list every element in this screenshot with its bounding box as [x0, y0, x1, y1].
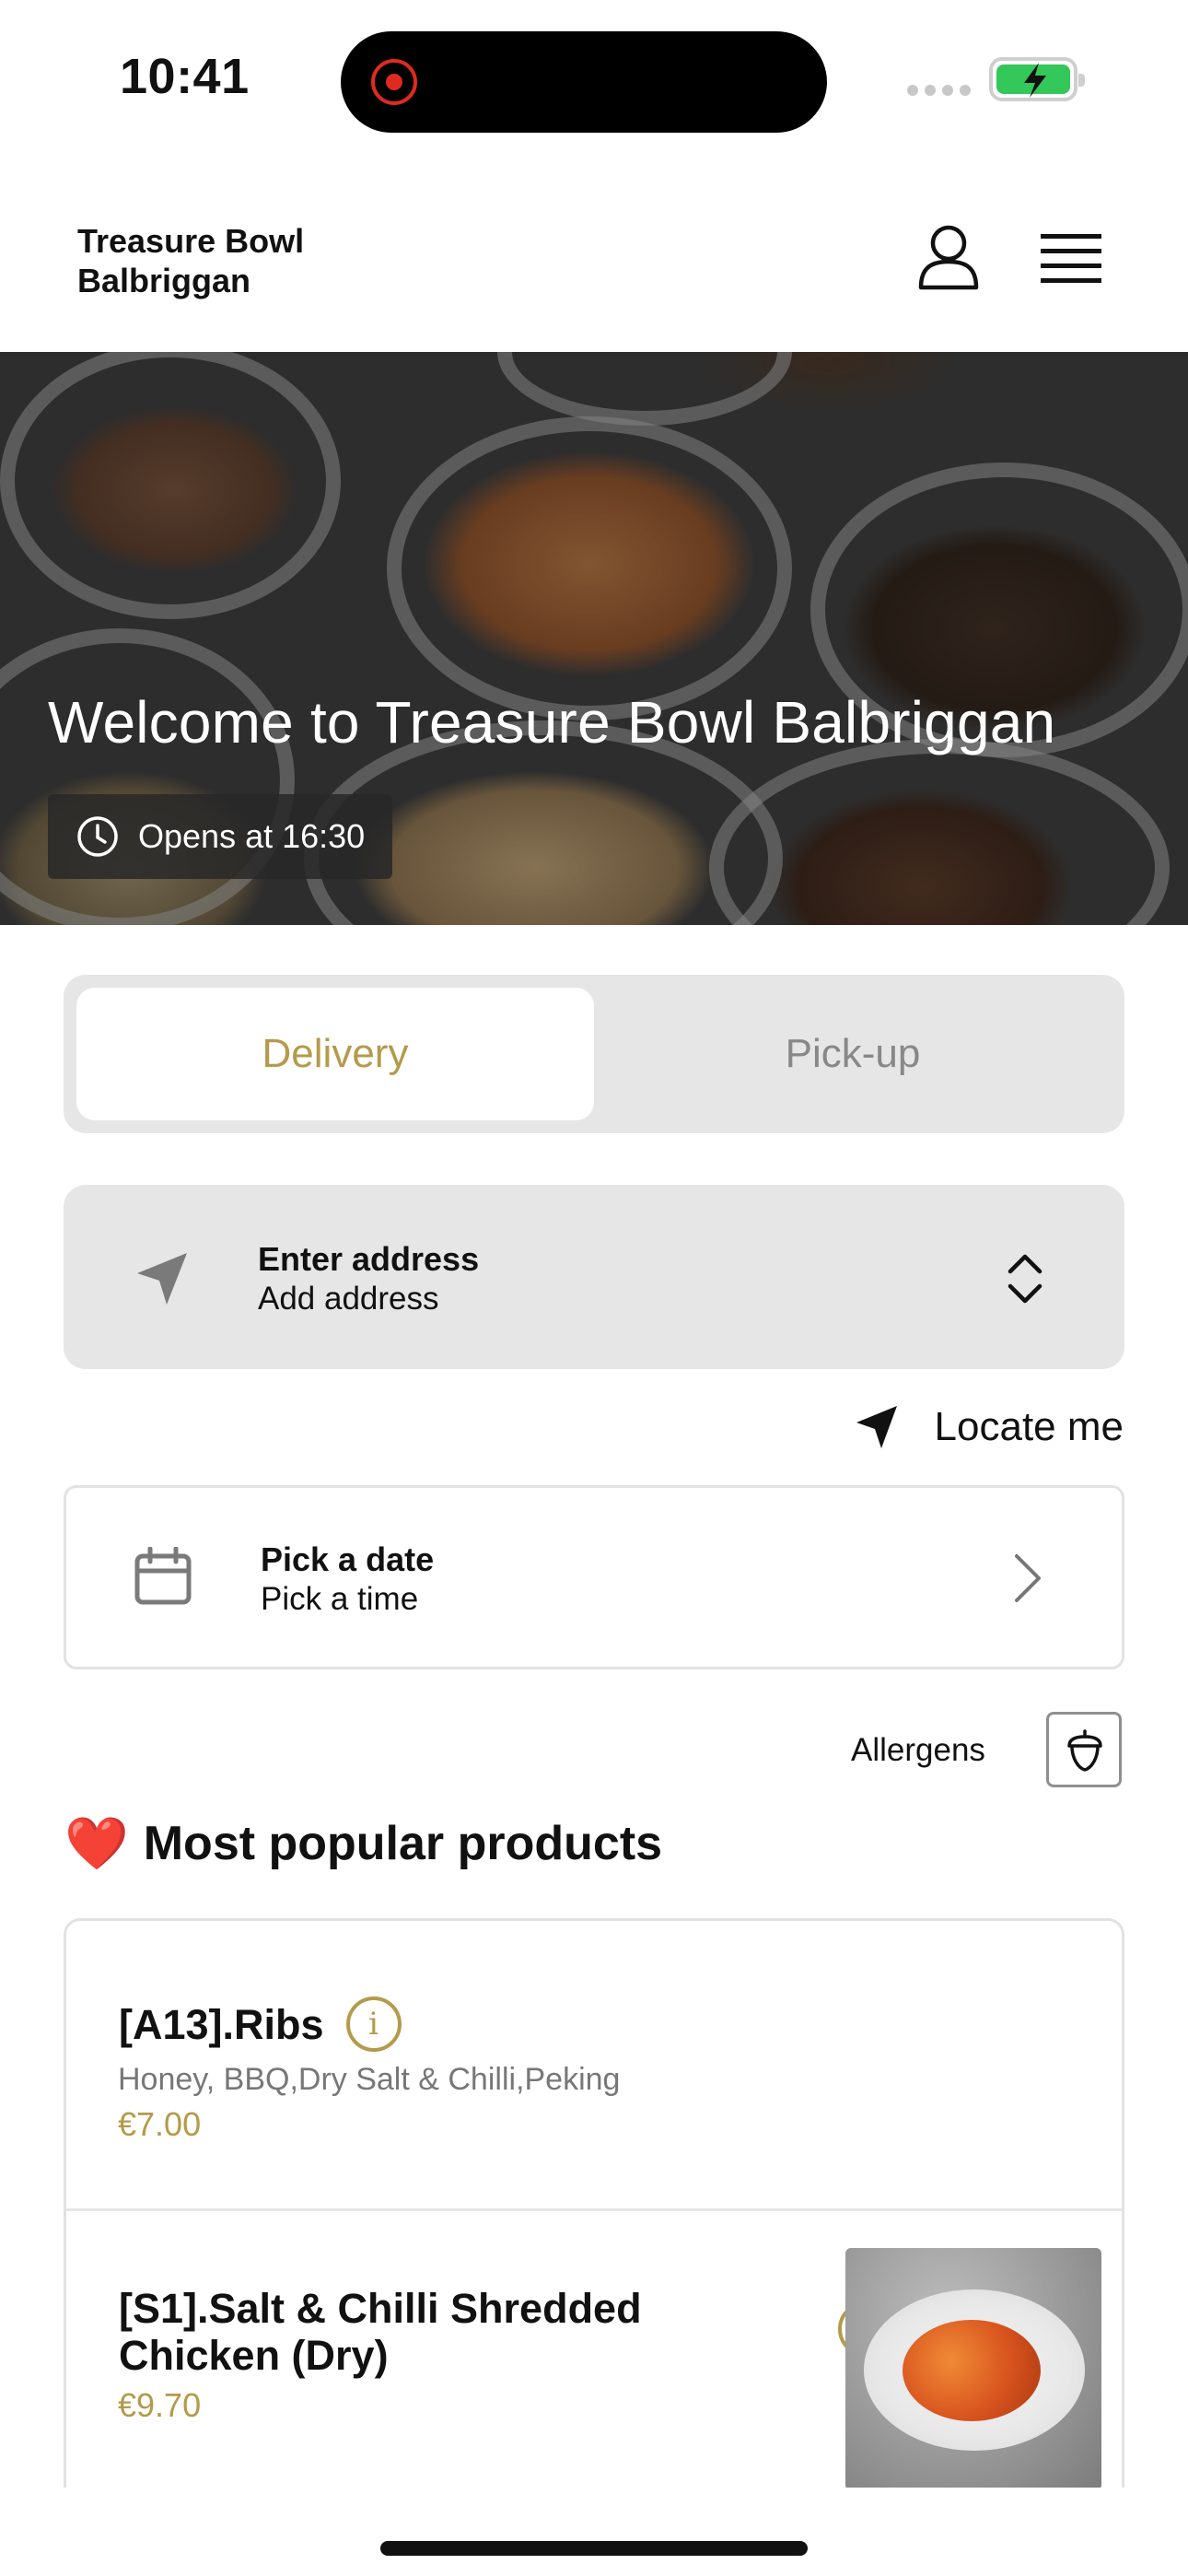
hamburger-menu-button[interactable] [1039, 228, 1105, 287]
product-price: €9.70 [118, 2386, 202, 2424]
battery-icon [989, 57, 1085, 101]
tab-pickup[interactable]: Pick-up [594, 988, 1112, 1120]
product-name: [S1].Salt & Chilli Shredded Chicken (Dry… [119, 2285, 642, 2379]
hamburger-icon [1041, 234, 1101, 283]
chevron-right-icon [1015, 1554, 1041, 1602]
status-bar: 10:41 [0, 0, 1188, 157]
popular-title-text: Most popular products [143, 1817, 663, 1870]
allergens-label: Allergens [851, 1732, 985, 1768]
locate-me-label: Locate me [934, 1404, 1124, 1449]
recording-icon [371, 59, 417, 105]
date-title: Pick a date [261, 1540, 435, 1578]
product-name: [A13].Ribs [119, 2000, 324, 2048]
dynamic-island [341, 31, 827, 133]
locate-me-button[interactable]: Locate me [847, 1399, 1124, 1459]
account-button[interactable] [912, 221, 985, 295]
home-indicator[interactable] [380, 2541, 808, 2556]
app-header: Treasure Bowl Balbriggan [0, 157, 1188, 352]
clock-icon [77, 816, 118, 857]
popular-section-title: ❤️ Most popular products [64, 1813, 662, 1874]
user-icon [918, 225, 979, 290]
schedule-picker[interactable]: Pick a date Pick a time [64, 1485, 1124, 1669]
calendar-icon [134, 1547, 192, 1605]
order-mode-toggle: Delivery Pick-up [64, 975, 1124, 1133]
restaurant-name[interactable]: Treasure Bowl Balbriggan [77, 221, 464, 300]
acorn-icon [1067, 1729, 1102, 1772]
time-subtitle: Pick a time [261, 1581, 419, 1617]
product-list: [A13].Ribs i Honey, BBQ,Dry Salt & Chill… [64, 1918, 1124, 2488]
opening-hours-text: Opens at 16:30 [138, 817, 366, 855]
product-price: €7.00 [118, 2105, 202, 2143]
address-selector[interactable]: Enter address Add address [64, 1185, 1124, 1369]
signal-icon [907, 85, 972, 98]
heart-icon: ❤️ [64, 1814, 129, 1872]
tab-delivery[interactable]: Delivery [76, 988, 594, 1120]
status-time: 10:41 [120, 49, 250, 104]
chevron-up-down-icon [1007, 1254, 1042, 1304]
product-image[interactable] [845, 2248, 1101, 2488]
navigation-arrow-icon [856, 1406, 897, 1448]
opening-hours-badge: Opens at 16:30 [48, 794, 393, 879]
product-card[interactable]: [A13].Ribs i Honey, BBQ,Dry Salt & Chill… [66, 1921, 1122, 2208]
info-icon[interactable]: i [345, 1996, 402, 2052]
address-title: Enter address [258, 1240, 480, 1278]
hero-banner: Welcome to Treasure Bowl Balbriggan Open… [0, 352, 1188, 925]
address-subtitle: Add address [258, 1281, 439, 1317]
product-description: Honey, BBQ,Dry Salt & Chilli,Peking [118, 2062, 621, 2097]
hero-title: Welcome to Treasure Bowl Balbriggan [48, 689, 1056, 755]
allergens-button[interactable] [1046, 1712, 1122, 1787]
location-arrow-icon [137, 1253, 187, 1305]
